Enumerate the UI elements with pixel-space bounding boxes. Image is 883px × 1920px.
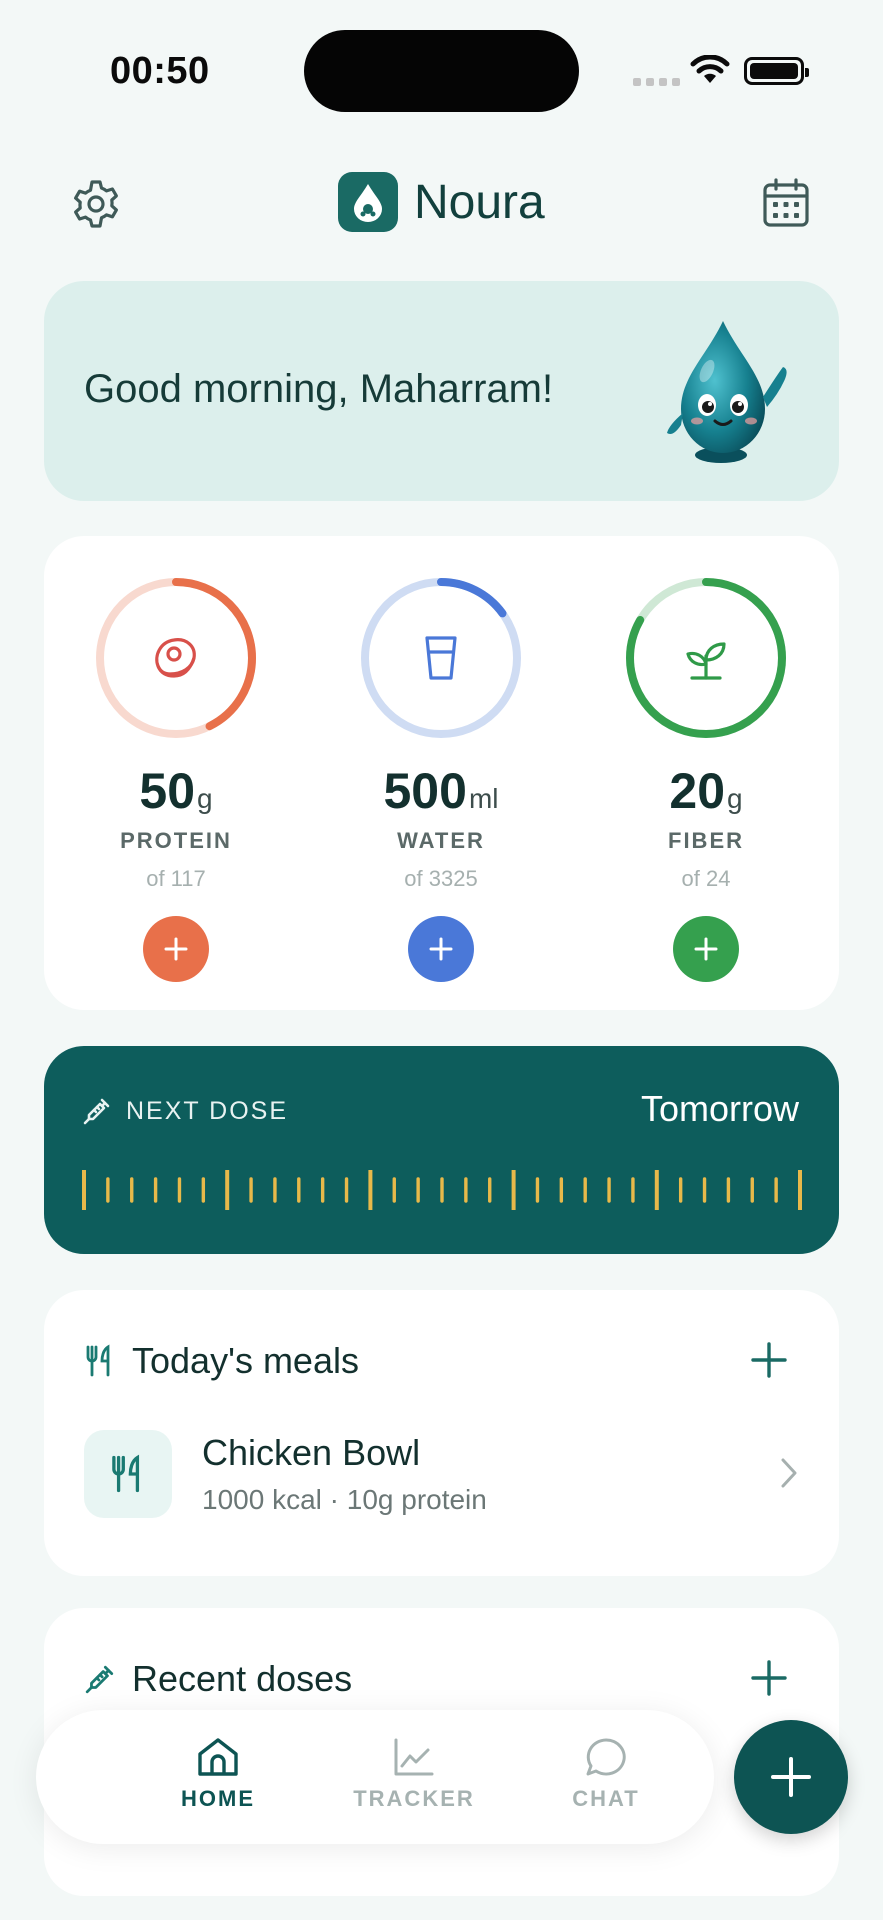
battery-icon	[744, 57, 809, 85]
plus-icon	[164, 937, 188, 961]
nav-home-label: HOME	[181, 1786, 255, 1811]
meal-list-item[interactable]: Chicken Bowl 1000 kcal · 10g protein	[84, 1430, 799, 1522]
water-progress-ring	[357, 574, 525, 742]
chevron-right-icon	[781, 1458, 797, 1488]
nav-chat[interactable]: CHAT	[536, 1736, 676, 1812]
brand: Noura	[338, 172, 545, 232]
meals-title: Today's meals	[132, 1340, 359, 1381]
macro-protein: 50 g PROTEIN of 117	[76, 574, 276, 982]
cellular-signal-icon	[633, 78, 680, 86]
recent-doses-title: Recent doses	[132, 1658, 353, 1699]
water-unit: ml	[468, 783, 499, 814]
fork-knife-icon	[86, 1344, 110, 1377]
macro-fiber: 20 g FIBER of 24	[606, 574, 806, 982]
protein-label: PROTEIN	[120, 828, 232, 853]
water-value: 500	[383, 763, 467, 819]
nav-tracker[interactable]: TRACKER	[344, 1736, 484, 1812]
add-dose-button[interactable]	[749, 1658, 789, 1698]
chat-bubble-icon	[586, 1738, 626, 1776]
syringe-icon	[85, 1665, 114, 1694]
fiber-unit: g	[727, 783, 743, 814]
protein-value: 50	[139, 763, 196, 819]
wifi-icon	[690, 55, 730, 83]
nav-chat-label: CHAT	[572, 1786, 640, 1811]
meal-name: Chicken Bowl	[202, 1432, 421, 1473]
macros-card: 50 g PROTEIN of 117 500 ml WATER of 3325…	[44, 536, 839, 1010]
calendar-icon[interactable]	[762, 178, 810, 228]
greeting-text: Good morning, Maharram!	[84, 367, 554, 411]
syringe-icon	[83, 1098, 110, 1125]
app-logo-icon	[338, 172, 398, 232]
add-protein-button[interactable]	[143, 916, 209, 982]
fiber-value: 20	[669, 763, 726, 819]
meal-meta: 1000 kcal · 10g protein	[202, 1484, 487, 1515]
todays-meals-card: Today's meals Chicken Bowl 1000 kcal · 1…	[44, 1290, 839, 1576]
protein-unit: g	[197, 783, 213, 814]
protein-target: of 117	[146, 866, 206, 891]
fiber-label: FIBER	[668, 828, 744, 853]
settings-gear-icon[interactable]	[70, 178, 122, 230]
status-bar: 00:50	[0, 0, 883, 140]
plus-icon	[694, 937, 718, 961]
chart-line-icon	[394, 1738, 434, 1776]
macro-water: 500 ml WATER of 3325	[341, 574, 541, 982]
next-dose-time: Tomorrow	[640, 1088, 799, 1129]
plus-icon	[429, 937, 453, 961]
dynamic-island	[304, 30, 579, 112]
app-name: Noura	[414, 175, 545, 229]
greeting-card: Good morning, Maharram!	[44, 281, 839, 501]
sprout-icon	[686, 642, 726, 680]
add-water-button[interactable]	[408, 916, 474, 982]
nav-home[interactable]: HOME	[148, 1736, 288, 1812]
water-glass-icon	[425, 636, 457, 680]
protein-progress-ring	[92, 574, 260, 742]
next-dose-card[interactable]: NEXT DOSE Tomorrow	[44, 1046, 839, 1254]
home-icon	[198, 1738, 238, 1776]
dose-timeline-ticks	[82, 1170, 802, 1210]
next-dose-label: NEXT DOSE	[126, 1096, 289, 1125]
fiber-target: of 24	[681, 866, 731, 891]
bottom-nav: HOME TRACKER CHAT	[36, 1710, 714, 1844]
water-drop-mascot-icon	[667, 321, 787, 463]
add-fiber-button[interactable]	[673, 916, 739, 982]
water-target: of 3325	[404, 866, 478, 891]
water-label: WATER	[397, 828, 485, 853]
status-time: 00:50	[110, 50, 210, 92]
meal-icon	[84, 1430, 172, 1518]
fork-knife-icon	[112, 1454, 140, 1493]
fiber-progress-ring	[622, 574, 790, 742]
meat-icon	[155, 638, 196, 678]
nav-tracker-label: TRACKER	[353, 1786, 475, 1811]
plus-icon	[771, 1757, 811, 1797]
app-header: Noura	[0, 160, 883, 246]
add-meal-button[interactable]	[749, 1340, 789, 1380]
quick-add-fab-button[interactable]	[734, 1720, 848, 1834]
